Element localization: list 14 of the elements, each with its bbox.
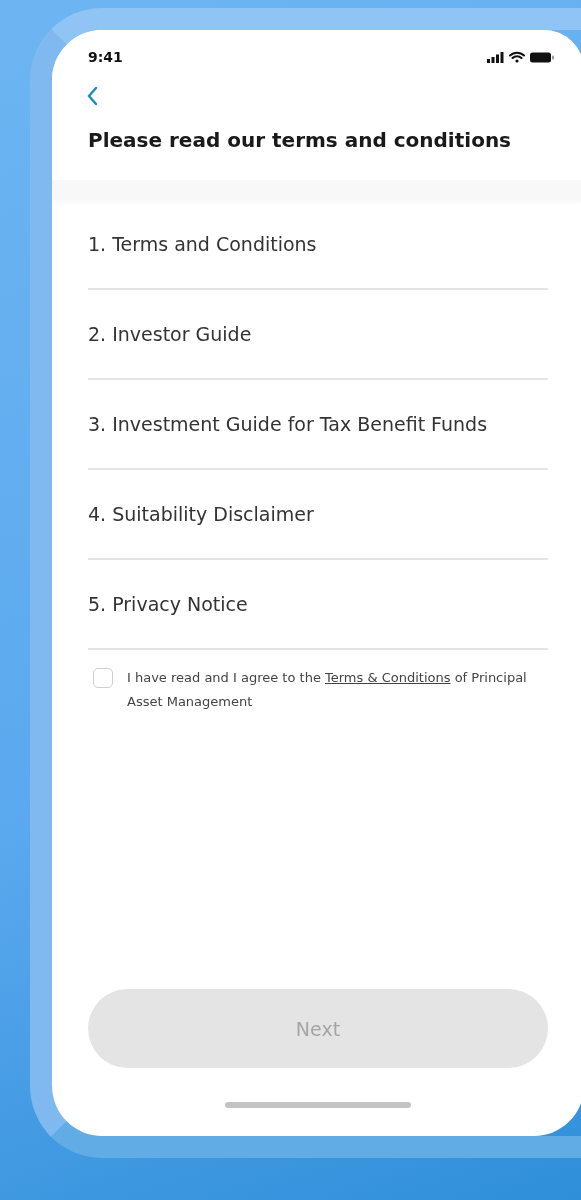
- battery-icon: [530, 51, 554, 63]
- wifi-icon: [509, 51, 525, 63]
- terms-link[interactable]: Terms & Conditions: [325, 670, 451, 685]
- document-link[interactable]: 4. Suitability Disclaimer: [88, 503, 314, 525]
- document-link[interactable]: 1. Terms and Conditions: [88, 233, 317, 255]
- agreement-text: I have read and I agree to the Terms & Conditions of Principal Asset Management: [127, 669, 528, 711]
- agree-checkbox[interactable]: [93, 668, 113, 688]
- signal-icon: [487, 51, 504, 63]
- document-link[interactable]: 5. Privacy Notice: [88, 593, 248, 615]
- document-link[interactable]: 3. Investment Guide for Tax Benefit Funds: [88, 413, 488, 435]
- document-link[interactable]: 2. Investor Guide: [88, 323, 252, 345]
- back-icon[interactable]: [86, 86, 98, 106]
- page-title: Please read our terms and conditions: [88, 128, 513, 152]
- status-time: 9:41: [88, 49, 123, 65]
